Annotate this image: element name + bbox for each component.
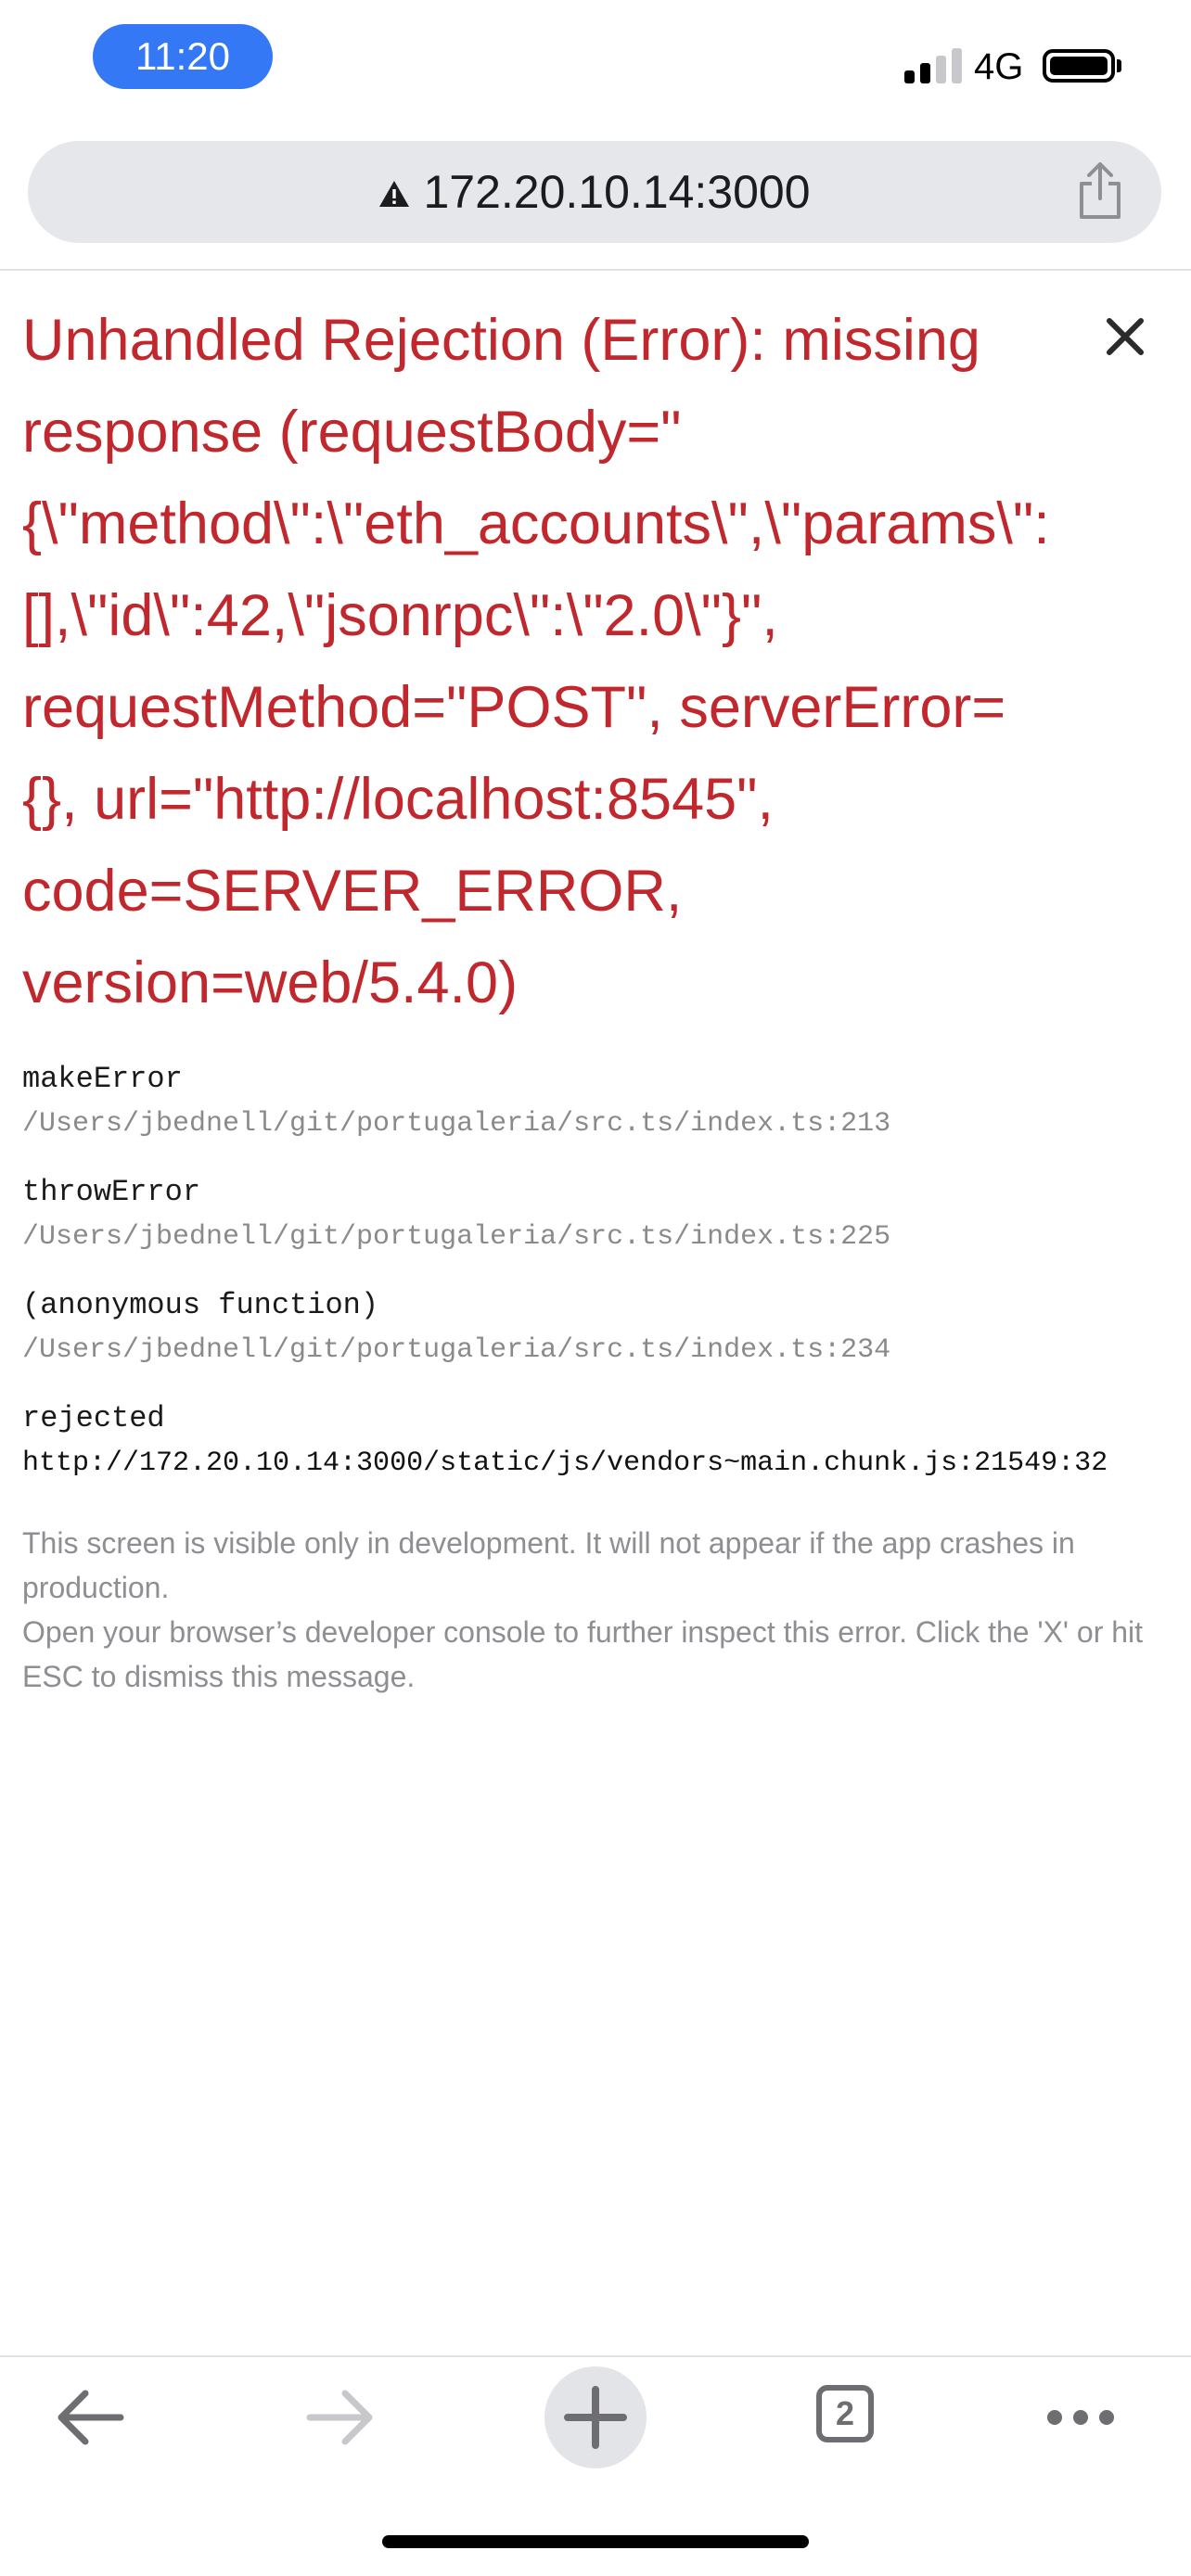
forward-arrow-icon[interactable] xyxy=(289,2366,391,2468)
browser-toolbar: 2 xyxy=(0,2357,1191,2478)
back-arrow-icon[interactable] xyxy=(39,2366,141,2468)
warning-icon xyxy=(379,181,410,207)
battery-tip xyxy=(1117,59,1121,72)
close-icon[interactable] xyxy=(1104,315,1146,358)
status-time: 11:20 xyxy=(93,24,273,89)
more-icon[interactable] xyxy=(1030,2366,1132,2468)
battery-icon xyxy=(1043,49,1115,83)
home-indicator[interactable] xyxy=(382,2535,809,2548)
cellular-signal-icon xyxy=(904,48,962,83)
footer-line-1: This screen is visible only in developme… xyxy=(22,1526,1075,1604)
stack-frame[interactable]: throwError /Users/jbednell/git/portugale… xyxy=(22,1170,1172,1259)
stack-frame-file: /Users/jbednell/git/portugaleria/src.ts/… xyxy=(22,1334,891,1366)
stack-frame[interactable]: (anonymous function) /Users/jbednell/git… xyxy=(22,1283,1172,1372)
url-text[interactable]: 172.20.10.14:3000 xyxy=(423,165,810,219)
network-type: 4G xyxy=(974,46,1024,87)
stack-trace: makeError /Users/jbednell/git/portugaler… xyxy=(22,1057,1172,1510)
url-display[interactable]: 172.20.10.14:3000 xyxy=(28,141,1161,243)
tab-count-label: 2 xyxy=(835,2394,855,2432)
dev-footer-note: This screen is visible only in developme… xyxy=(22,1521,1163,1699)
stack-frame-file: http://172.20.10.14:3000/static/js/vendo… xyxy=(22,1447,1108,1479)
plus-icon xyxy=(564,2386,627,2449)
error-title: Unhandled Rejection (Error): missing res… xyxy=(22,308,1050,1015)
stack-frame[interactable]: makeError /Users/jbednell/git/portugaler… xyxy=(22,1057,1172,1146)
stack-frame-function: (anonymous function) xyxy=(22,1288,379,1322)
share-icon[interactable] xyxy=(1076,161,1124,221)
stack-frame[interactable]: rejected http://172.20.10.14:3000/static… xyxy=(22,1396,1172,1486)
stack-frame-function: makeError xyxy=(22,1062,183,1096)
stack-frame-file: /Users/jbednell/git/portugaleria/src.ts/… xyxy=(22,1221,891,1253)
footer-line-2: Open your browser’s developer console to… xyxy=(22,1615,1144,1693)
stack-frame-function: rejected xyxy=(22,1401,165,1435)
header-divider xyxy=(0,269,1191,271)
address-bar[interactable]: 172.20.10.14:3000 xyxy=(28,141,1161,243)
stack-frame-function: throwError xyxy=(22,1175,201,1209)
stack-frame-file: /Users/jbednell/git/portugaleria/src.ts/… xyxy=(22,1108,891,1140)
status-bar: 11:20 4G xyxy=(0,0,1191,130)
tabs-icon[interactable]: 2 xyxy=(816,2385,874,2442)
new-tab-button[interactable] xyxy=(544,2366,647,2468)
